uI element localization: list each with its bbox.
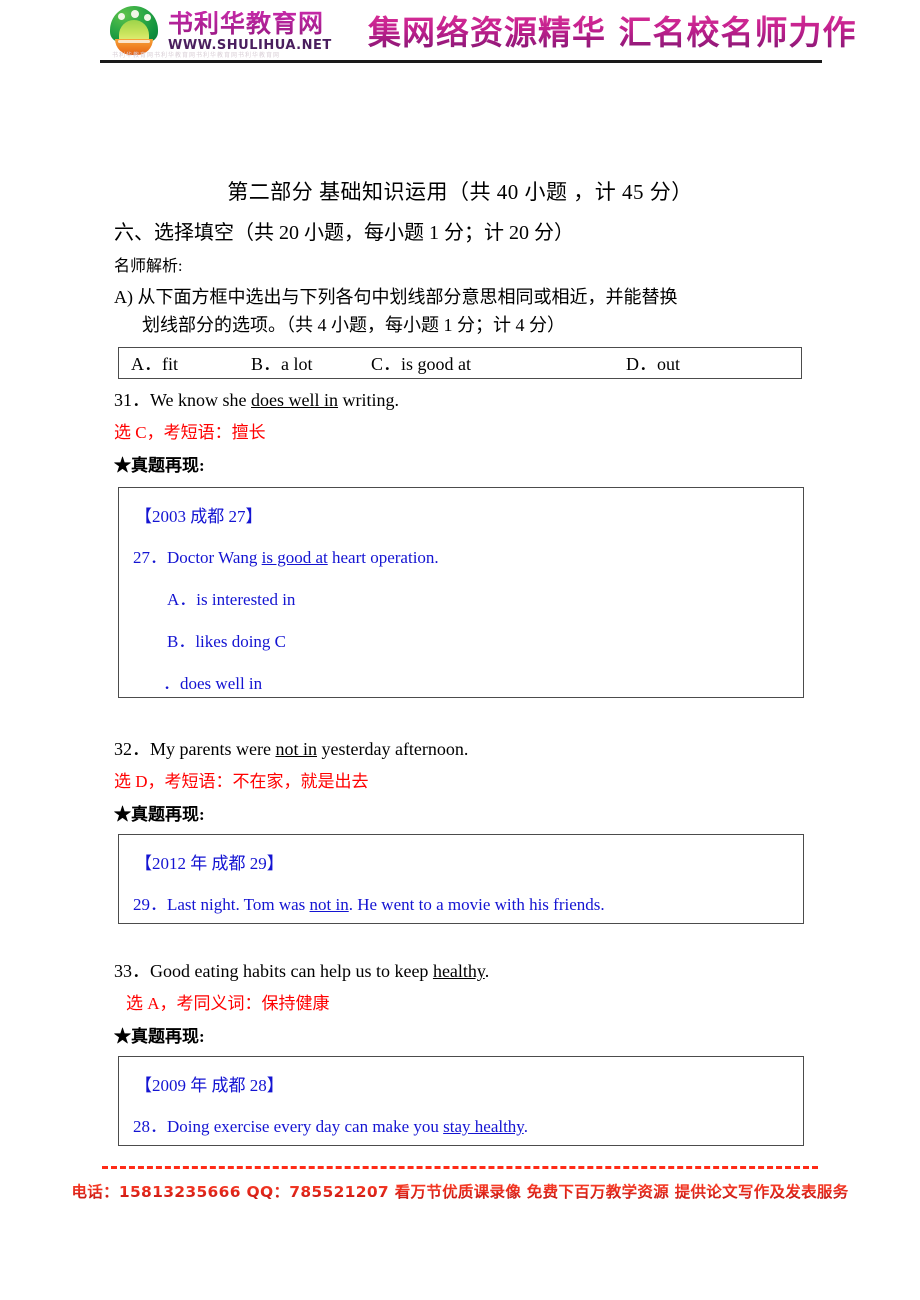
quoted-option-b-31: B．likes doing C — [167, 632, 287, 651]
stem-underlined-32: not in — [275, 739, 317, 759]
header-divider — [100, 60, 822, 63]
page-title: 第二部分 基础知识运用（共 40 小题 ，计 45 分） — [227, 180, 693, 204]
quoted-pre-33: 28．Doing exercise every day can make you — [133, 1117, 444, 1136]
logo-brand-name: 书利华教育网 — [168, 11, 332, 36]
quoted-question-32: 29．Last night. Tom was not in. He went t… — [133, 890, 803, 915]
question-stem-31: 31．We know she does well in writing. — [114, 386, 814, 412]
analysis-label: 名师解析: — [114, 258, 183, 275]
logo-watermark-text: 书利华教育网书利华教育网书利华教育网书利华教育网 — [112, 52, 281, 59]
quoted-exam-box-33: 【2009 年 成都 28】 28．Doing exercise every d… — [118, 1056, 804, 1146]
stem-underlined-33: healthy — [432, 961, 485, 981]
question-block-31: 31．We know she does well in writing. 选 C… — [114, 386, 814, 476]
stem-post-32: yesterday afternoon. — [316, 739, 469, 759]
quoted-question-33: 28．Doing exercise every day can make you… — [133, 1112, 803, 1137]
exam-source-32: 【2012 年 成都 29】 — [135, 854, 284, 873]
footer-contact-text: 电话：15813235666 QQ：785521207 看万节优质课录像 免费下… — [0, 1180, 920, 1202]
real-exam-label-33: ★真题再现: — [114, 1027, 205, 1046]
stem-post-33: . — [484, 961, 490, 981]
word-bank-option-b: B．a lot — [251, 354, 313, 374]
quoted-pre-32: 29．Last night. Tom was — [133, 895, 310, 914]
stem-underlined-31: does well in — [251, 390, 339, 410]
site-logo: 书利华教育网 WWW.SHULIHUA.NET — [106, 6, 332, 56]
question-stem-32: 32．My parents were not in yesterday afte… — [114, 735, 814, 761]
stem-post-31: writing. — [338, 390, 400, 410]
real-exam-label-32: ★真题再现: — [114, 805, 205, 824]
quoted-post-31: heart operation. — [327, 548, 439, 567]
answer-note-33: 选 A，考同义词：保持健康 — [126, 994, 330, 1013]
answer-note-32: 选 D，考短语：不在家，就是出去 — [114, 772, 369, 791]
footer-divider — [102, 1166, 818, 1169]
banner-slogan: 集网络资源精华 汇名校名师力作 — [368, 6, 857, 54]
quoted-question-31: 27．Doctor Wang is good at heart operatio… — [133, 543, 803, 568]
question-block-32: 32．My parents were not in yesterday afte… — [114, 735, 814, 825]
shulihua-emblem-icon — [106, 6, 162, 56]
quoted-post-33: . — [523, 1117, 528, 1136]
quoted-exam-box-31: 【2003 成都 27】 27．Doctor Wang is good at h… — [118, 487, 804, 698]
quoted-underlined-31: is good at — [261, 548, 328, 567]
quoted-underlined-33: stay healthy — [443, 1117, 524, 1136]
quoted-post-32: . He went to a movie with his friends. — [348, 895, 605, 914]
exam-source-33: 【2009 年 成都 28】 — [135, 1076, 284, 1095]
word-bank-box: A．fit B．a lot C．is good at D．out — [118, 347, 802, 379]
quoted-option-c-31: ．does well in — [163, 674, 263, 693]
site-header-banner: 书利华教育网 WWW.SHULIHUA.NET 书利华教育网书利华教育网书利华教… — [0, 0, 920, 63]
answer-note-31: 选 C，考短语：擅长 — [114, 423, 266, 442]
real-exam-label-31: ★真题再现: — [114, 456, 205, 475]
quoted-option-a-31: A．is interested in — [167, 590, 296, 609]
quoted-exam-box-32: 【2012 年 成都 29】 29．Last night. Tom was no… — [118, 834, 804, 924]
quoted-underlined-32: not in — [309, 895, 349, 914]
word-bank-option-a: A．fit — [131, 354, 178, 374]
question-block-33: 33．Good eating habits can help us to kee… — [114, 957, 814, 1047]
word-bank-option-d: D．out — [626, 354, 680, 374]
stem-pre-31: 31．We know she — [114, 390, 252, 410]
part-a-instructions: A) 从下面方框中选出与下列各句中划线部分意思相同或相近，并能替换 划线部分的选… — [114, 284, 804, 340]
stem-pre-32: 32．My parents were — [114, 739, 276, 759]
exam-source-31: 【2003 成都 27】 — [135, 507, 263, 526]
section-heading: 六、选择填空（共 20 小题，每小题 1 分；计 20 分） — [114, 222, 574, 244]
stem-pre-33: 33．Good eating habits can help us to kee… — [114, 961, 433, 981]
question-stem-33: 33．Good eating habits can help us to kee… — [114, 957, 814, 983]
quoted-pre-31: 27．Doctor Wang — [133, 548, 262, 567]
word-bank-option-c: C．is good at — [371, 354, 472, 374]
part-a-line-1: A) 从下面方框中选出与下列各句中划线部分意思相同或相近，并能替换 — [114, 287, 678, 307]
part-a-line-2: 划线部分的选项。（共 4 小题，每小题 1 分；计 4 分） — [142, 314, 565, 335]
